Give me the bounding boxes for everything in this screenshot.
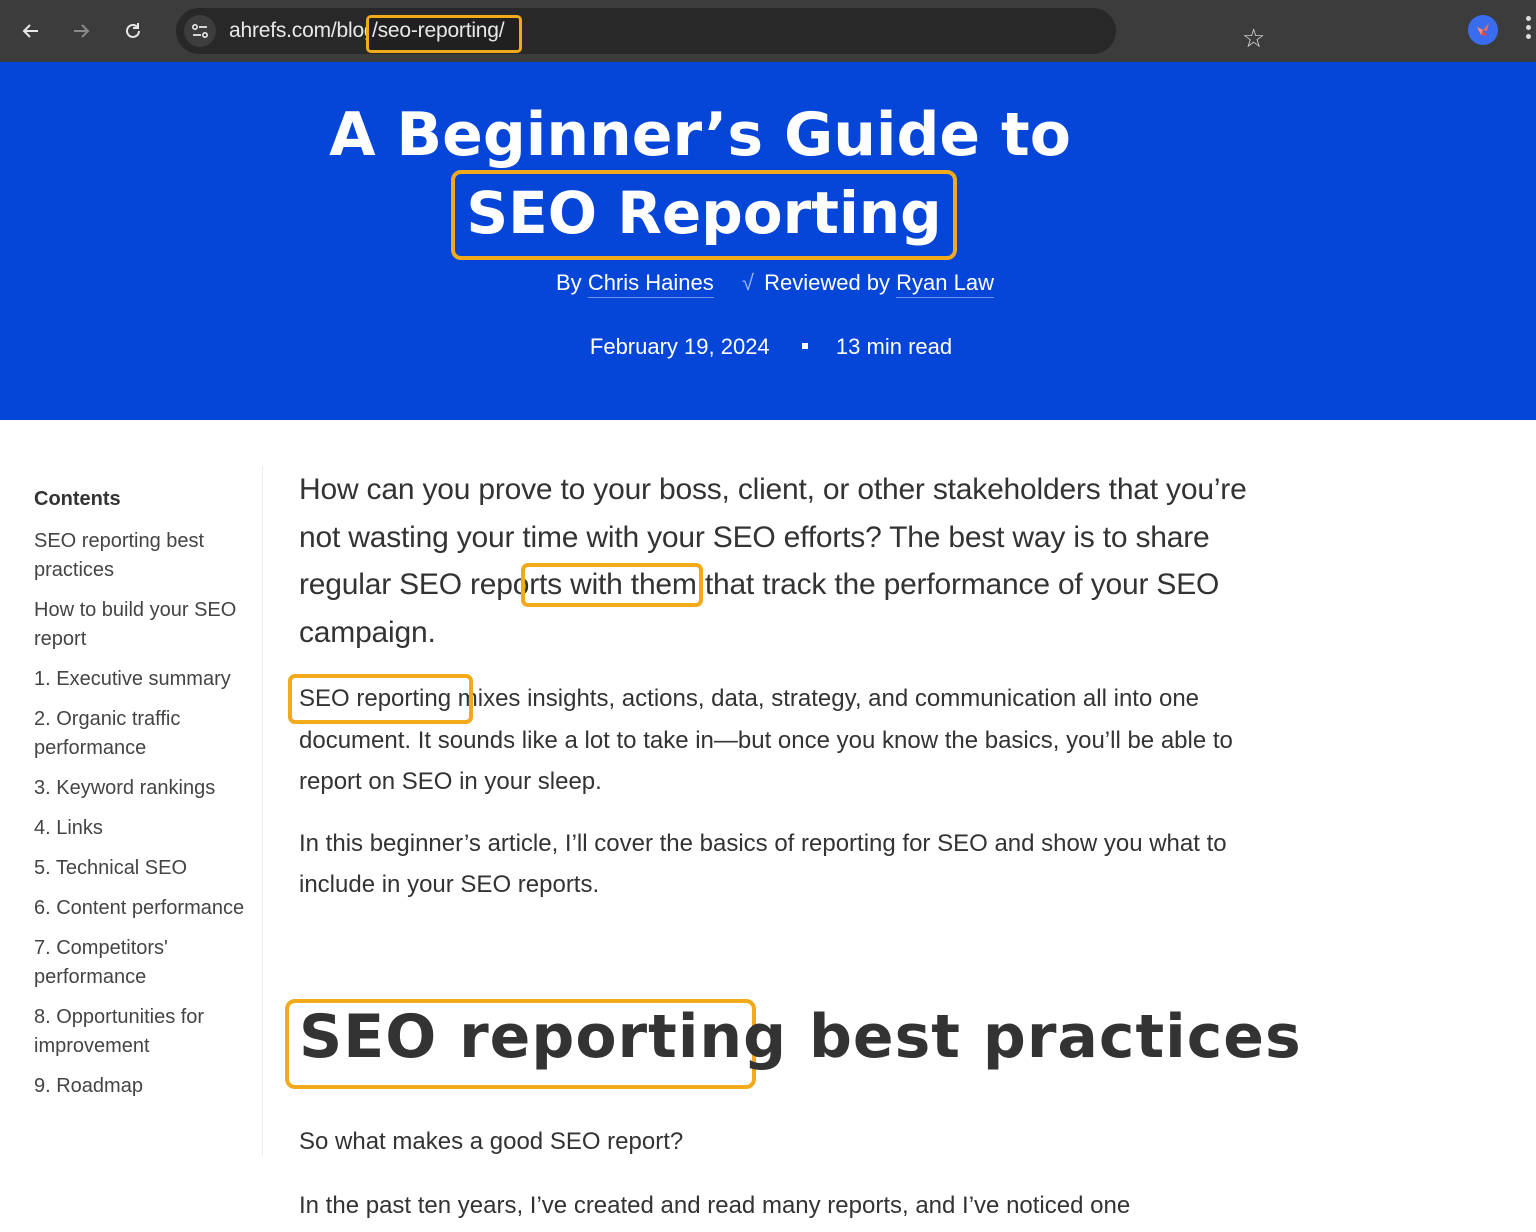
tune-icon xyxy=(191,23,209,39)
lead-paragraph: How can you prove to your boss, client, … xyxy=(299,466,1259,656)
toc-item[interactable]: 3. Keyword rankings xyxy=(34,774,254,803)
url-host: ahrefs.com/blog xyxy=(229,19,376,42)
article-meta: February 19, 2024 13 min read xyxy=(0,334,1536,360)
article-title-line-1: A Beginner’s Guide to xyxy=(329,100,1071,170)
by-label: By xyxy=(556,270,582,295)
read-time: 13 min read xyxy=(835,334,953,359)
site-info-button[interactable] xyxy=(184,15,216,47)
toc-item[interactable]: 9. Roadmap xyxy=(34,1072,254,1101)
experience-paragraph: In the past ten years, I’ve created and … xyxy=(299,1192,1131,1219)
back-button[interactable] xyxy=(14,14,48,48)
question-paragraph: So what makes a good SEO report? xyxy=(299,1128,684,1155)
seo-reports-link[interactable]: SEO reports xyxy=(399,568,562,601)
separator-dot xyxy=(801,343,808,350)
toc-item[interactable]: 1. Executive summary xyxy=(34,665,254,694)
toc-item[interactable]: How to build your SEO report xyxy=(34,596,254,654)
heading-rest-text: best practices xyxy=(787,1002,1302,1072)
forward-button[interactable] xyxy=(64,14,98,48)
toc-item[interactable]: 5. Technical SEO xyxy=(34,854,254,883)
reload-icon xyxy=(126,23,140,38)
arrow-left-icon xyxy=(22,24,38,38)
toc-divider xyxy=(262,466,263,1156)
seo-reporting-link[interactable]: SEO reporting xyxy=(299,685,451,712)
arrow-right-icon xyxy=(74,24,90,38)
intro-paragraph: SEO reporting mixes insights, actions, d… xyxy=(299,678,1259,803)
check-icon: √ xyxy=(741,270,754,295)
section-heading: SEO reporting best practices xyxy=(299,1002,1302,1072)
table-of-contents: Contents SEO reporting best practices Ho… xyxy=(34,488,254,1112)
browser-toolbar: ahrefs.com/blog ☆ /seo-reporting/ xyxy=(0,0,1536,62)
browser-menu-button[interactable] xyxy=(1526,16,1536,46)
toc-item[interactable]: 7. Competitors' performance xyxy=(34,934,254,992)
toc-item[interactable]: 2. Organic traffic performance xyxy=(34,705,254,763)
article-hero: A Beginner’s Guide to SEO Reporting By C… xyxy=(0,62,1536,420)
scope-paragraph: In this beginner’s article, I’ll cover t… xyxy=(299,829,1227,899)
article-body: How can you prove to your boss, client, … xyxy=(299,466,1259,906)
author-link[interactable]: Chris Haines xyxy=(587,270,714,298)
publish-date: February 19, 2024 xyxy=(589,334,770,359)
article-title-line-2: SEO Reporting xyxy=(466,179,942,247)
butterfly-extension-icon xyxy=(1477,23,1489,36)
extension-button[interactable] xyxy=(1468,15,1498,45)
byline: By Chris Haines √ Reviewed by Ryan Law xyxy=(0,270,1536,298)
url-path: /seo-reporting/ xyxy=(372,19,505,42)
bookmark-star-icon[interactable]: ☆ xyxy=(1242,23,1265,54)
reviewer-link[interactable]: Ryan Law xyxy=(896,270,994,298)
toc-item[interactable]: 4. Links xyxy=(34,814,254,843)
toc-title: Contents xyxy=(34,488,121,510)
reload-button[interactable] xyxy=(116,14,150,48)
heading-highlight-text: SEO reporting xyxy=(299,1002,788,1072)
reviewed-label: Reviewed by xyxy=(764,270,891,295)
toc-item[interactable]: SEO reporting best practices xyxy=(34,527,254,585)
address-bar[interactable]: ahrefs.com/blog ☆ xyxy=(176,8,1265,54)
toc-item[interactable]: 8. Opportunities for improvement xyxy=(34,1003,254,1061)
toc-item[interactable]: 6. Content performance xyxy=(34,894,254,923)
